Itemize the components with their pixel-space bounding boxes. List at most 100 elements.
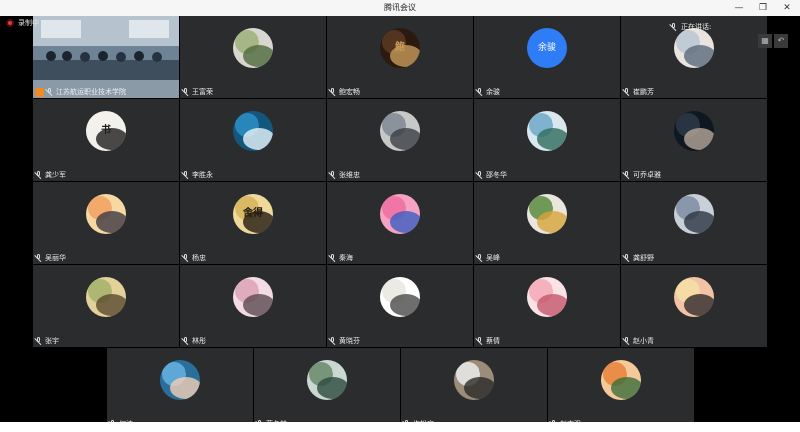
back-button[interactable]: ↶ [774,34,788,48]
participant-name-bar: 林彤 [182,336,206,346]
participant-name-bar: 江苏航运职业技术学院 [35,87,126,97]
mic-muted-icon [476,171,484,179]
cat-photo-icon [454,360,494,400]
meeting-room-video [33,16,179,98]
participant-name-bar: 李胜永 [182,170,213,180]
participant-name: 李胜永 [192,171,213,179]
minimize-button[interactable]: — [732,1,746,15]
mic-muted-icon [182,171,190,179]
participant-tile[interactable]: 赵志强 [548,348,694,430]
participant-tile[interactable]: 秦海 [327,182,473,264]
restore-button[interactable]: ❐ [756,1,770,15]
mic-muted-icon [623,337,631,345]
participant-name-bar: 杨忠 [182,253,206,263]
participant-name-bar: 张维忠 [329,170,360,180]
participant-name: 张宇 [45,337,59,345]
pink-flower-icon [380,194,420,234]
participant-tile[interactable]: 吴丽华 [33,182,179,264]
participant-name: 鲍宏畅 [339,88,360,96]
mic-muted-icon [35,171,43,179]
participant-tile[interactable]: 舍得杨忠 [180,182,326,264]
mic-muted-icon [476,88,484,96]
bottom-margin [0,422,800,432]
cartoon-fox-icon [601,360,641,400]
pink-roses-icon [527,277,567,317]
participant-tile[interactable]: 许松宁 [401,348,547,430]
participant-tile[interactable]: 可乔卓雅 [621,99,767,181]
participant-tile[interactable]: 黄晓芬 [327,265,473,347]
title-bar: 腾讯会议 — ❐ ✕ [0,0,800,17]
participant-tile[interactable]: 张维忠 [327,99,473,181]
participant-name-bar: 秦海 [329,253,353,263]
mic-muted-icon [476,337,484,345]
cartoon-girl-icon [674,277,714,317]
river-landscape-icon [307,360,347,400]
mic-muted-icon [35,254,43,262]
cherry-blossom-icon [233,277,273,317]
participant-name: 蔡倩 [486,337,500,345]
participant-name: 吴峰 [486,254,500,262]
participant-name-bar: 邵冬华 [476,170,507,180]
participant-name: 邵冬华 [486,171,507,179]
window-title: 腾讯会议 [384,3,416,12]
participant-tile[interactable]: 书龚少军 [33,99,179,181]
wave-art-icon [233,111,273,151]
participant-name: 江苏航运职业技术学院 [56,88,126,96]
participant-name: 秦海 [339,254,353,262]
speaking-label: 正在讲话: [681,23,712,31]
text-avatar-icon: 余骏 [527,28,567,68]
participant-tile[interactable]: 王富荣 [180,16,326,98]
participant-name: 赵小青 [633,337,654,345]
close-button[interactable]: ✕ [780,1,794,15]
recording-label: 录制中 [18,19,39,27]
participant-name: 杨忠 [192,254,206,262]
participant-name-bar: 张宇 [35,336,59,346]
participant-name: 龚舒野 [633,254,654,262]
baby-photo-icon [160,360,200,400]
participant-tile[interactable]: 龚舒野 [621,182,767,264]
participant-name: 张维忠 [339,171,360,179]
person-photo-icon [380,111,420,151]
mic-muted-icon [329,337,337,345]
host-badge-icon [35,87,44,97]
grid-view-button[interactable]: ▦ [758,34,772,48]
speaking-indicator: 正在讲话: [670,22,711,32]
participant-tile[interactable]: 蔡倩 [474,265,620,347]
lake-photo-icon [527,111,567,151]
mic-muted-icon [182,88,190,96]
participant-tile[interactable]: 鲍鲍宏畅 [327,16,473,98]
participant-tile[interactable]: 吴峰 [474,182,620,264]
participant-name-bar: 蔡倩 [476,336,500,346]
participant-name: 可乔卓雅 [633,171,661,179]
portrait-photo-icon [674,28,714,68]
still-life-icon [527,194,567,234]
mic-muted-icon [182,254,190,262]
recording-indicator[interactable]: 录制中 [6,18,39,28]
participant-name-bar: 王富荣 [182,87,213,97]
calligraphy-scroll-icon: 书 [86,111,126,151]
participant-name: 余骏 [486,88,500,96]
record-icon [6,19,14,27]
building-photo-icon [674,194,714,234]
participant-name-bar: 崔鹏芳 [623,87,654,97]
mic-muted-icon [182,337,190,345]
participant-name-bar: 吴丽华 [35,253,66,263]
participant-tile[interactable]: 林彤 [180,265,326,347]
participant-name: 黄晓芬 [339,337,360,345]
participant-tile[interactable]: 蔡冬林 [254,348,400,430]
participant-tile[interactable]: 余骏 余骏 [474,16,620,98]
participant-tile[interactable]: 江苏航运职业技术学院 [33,16,179,98]
participant-tile[interactable]: 邵冬华 [474,99,620,181]
calligraphy-logo-icon: 鲍 [380,28,420,68]
participant-name-bar: 赵小青 [623,336,654,346]
participant-name-bar: 龚舒野 [623,253,654,263]
participant-tile[interactable]: 何涛 [107,348,253,430]
participant-tile[interactable]: 李胜永 [180,99,326,181]
participant-tile[interactable]: 赵小青 [621,265,767,347]
gold-calligraphy-icon: 舍得 [233,194,273,234]
participant-tile[interactable]: 张宇 [33,265,179,347]
participant-name-bar: 吴峰 [476,253,500,263]
mic-muted-icon [329,171,337,179]
white-flower-icon [380,277,420,317]
participant-name-bar: 黄晓芬 [329,336,360,346]
